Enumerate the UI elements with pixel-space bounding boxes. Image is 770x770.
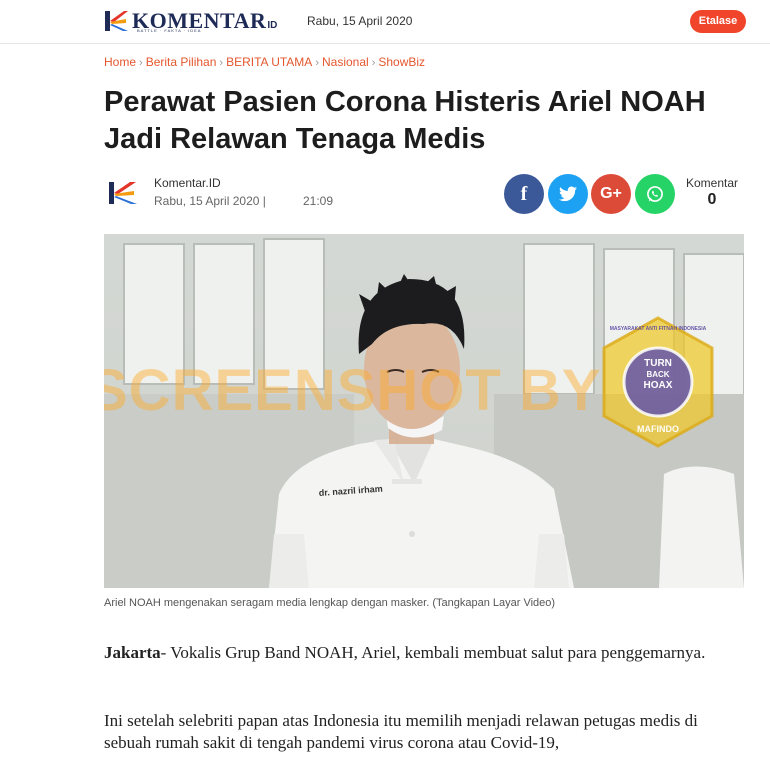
article-date: Rabu, 15 April 2020 | [154, 194, 266, 208]
article-time: 21:09 [303, 194, 334, 208]
etalase-button[interactable]: Etalase [690, 10, 746, 33]
comment-count[interactable]: 0 [684, 191, 740, 209]
mafindo-badge-icon: TURN BACK HOAX MASYARAKAT ANTI FITNAH IN… [600, 316, 716, 448]
comment-label[interactable]: Komentar [684, 176, 740, 190]
badge-ring-text: MASYARAKAT ANTI FITNAH INDONESIA [609, 326, 707, 332]
top-navbar: KOMENTAR ID BATTLE · FAKTA · IDEA Rabu, … [0, 0, 770, 44]
author-avatar[interactable] [104, 176, 142, 210]
logo-mark-icon [104, 9, 130, 33]
dateline: Jakarta [104, 643, 161, 662]
whatsapp-share-button[interactable] [635, 174, 675, 214]
breadcrumb-separator-icon: › [219, 57, 224, 69]
breadcrumb-separator-icon: › [371, 57, 376, 69]
breadcrumb-showbiz[interactable]: ShowBiz [378, 55, 425, 69]
facebook-share-button[interactable]: f [504, 174, 544, 214]
badge-bottom-text: MAFINDO [637, 424, 679, 434]
breadcrumb-berita-pilihan[interactable]: Berita Pilihan [146, 55, 217, 69]
logo-tagline: BATTLE · FAKTA · IDEA [137, 28, 202, 33]
whatsapp-icon [647, 186, 663, 202]
article-paragraph-1: Jakarta- Vokalis Grup Band NOAH, Ariel, … [104, 642, 744, 664]
google-plus-icon: G+ [600, 185, 622, 202]
article-title: Perawat Pasien Corona Histeris Ariel NOA… [104, 86, 706, 155]
author-name[interactable]: Komentar.ID [154, 176, 221, 190]
breadcrumb: Home › Berita Pilihan › BERITA UTAMA › Nasiona… [104, 55, 425, 69]
google-plus-share-button[interactable]: G+ [591, 174, 631, 214]
article-paragraph-2: Ini setelah selebriti papan atas Indones… [104, 711, 698, 752]
breadcrumb-separator-icon: › [139, 57, 143, 69]
breadcrumb-nasional[interactable]: Nasional [322, 55, 369, 69]
badge-line-2: BACK [646, 370, 670, 379]
breadcrumb-berita-utama[interactable]: BERITA UTAMA [226, 55, 312, 69]
badge-line-1: TURN [644, 358, 672, 369]
site-logo[interactable]: KOMENTAR ID BATTLE · FAKTA · IDEA [104, 8, 277, 34]
watermark-text: SCREENSHOT BY [104, 358, 602, 423]
breadcrumb-home[interactable]: Home [104, 55, 136, 69]
twitter-icon [559, 186, 577, 202]
article-image: dr. nazril irham SCREENSHOT BY TURN BACK… [104, 234, 744, 588]
breadcrumb-separator-icon: › [315, 57, 319, 69]
twitter-share-button[interactable] [548, 174, 588, 214]
header-date: Rabu, 15 April 2020 [307, 14, 413, 28]
logo-id: ID [267, 19, 278, 31]
facebook-icon: f [520, 182, 528, 205]
paragraph-1-text: - Vokalis Grup Band NOAH, Ariel, kembali… [160, 643, 706, 662]
badge-line-3: HOAX [643, 380, 673, 391]
image-caption: Ariel NOAH mengenakan seragam media leng… [104, 597, 556, 609]
